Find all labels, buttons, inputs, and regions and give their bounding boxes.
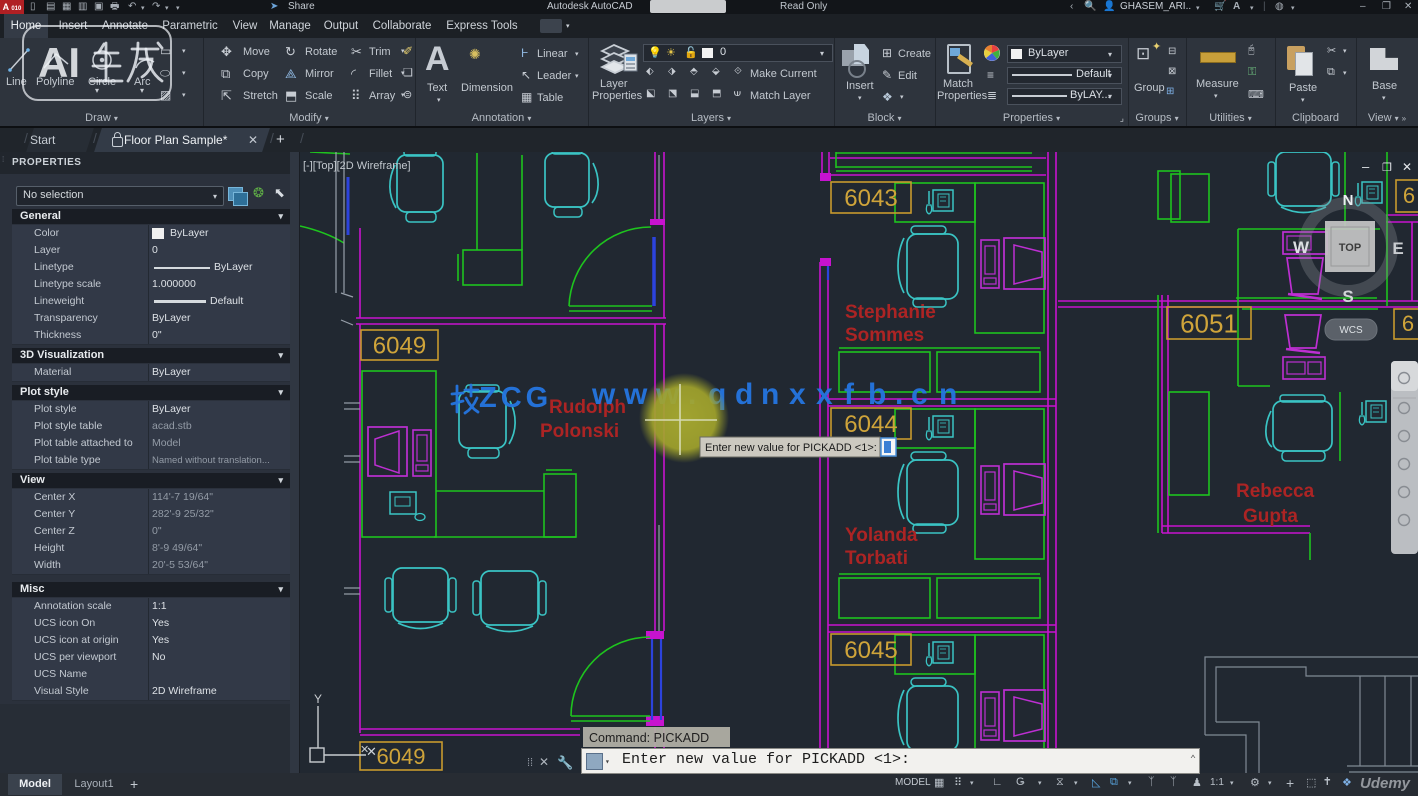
svg-text:6051: 6051 (1180, 308, 1238, 338)
svg-text:6049: 6049 (373, 333, 426, 360)
svg-text:⁞⁞: ⁞⁞ (527, 757, 533, 769)
svg-text:Yolanda: Yolanda (845, 525, 918, 546)
svg-text:Polonski: Polonski (540, 421, 619, 442)
svg-text:.: . (895, 378, 903, 411)
svg-text:Torbati: Torbati (845, 548, 908, 569)
svg-text:❐: ❐ (1382, 162, 1392, 174)
svg-text:Stephanie: Stephanie (845, 302, 936, 323)
svg-text:Command: PICKADD: Command: PICKADD (589, 731, 709, 745)
svg-text:w: w (591, 378, 616, 411)
svg-text:n: n (939, 378, 957, 411)
svg-text:S: S (1342, 287, 1353, 306)
svg-text:6: 6 (1402, 311, 1414, 336)
svg-text:✕: ✕ (539, 755, 549, 769)
svg-text:Enter new value for PICKADD <1: Enter new value for PICKADD <1>: (705, 442, 877, 454)
svg-text:d: d (735, 378, 753, 411)
svg-text:WCS: WCS (1339, 325, 1363, 336)
svg-text:Rebecca: Rebecca (1236, 481, 1315, 502)
svg-text:E: E (1392, 239, 1403, 258)
svg-text:Gupta: Gupta (1243, 506, 1298, 527)
svg-text:n: n (761, 378, 779, 411)
svg-text:6: 6 (1403, 183, 1415, 208)
svg-text:c: c (911, 378, 928, 411)
svg-text:b: b (868, 378, 886, 411)
svg-text:–: – (1362, 159, 1370, 174)
svg-text:✕: ✕ (360, 744, 369, 756)
svg-text:6045: 6045 (844, 637, 897, 664)
svg-text:🔧: 🔧 (557, 754, 573, 770)
svg-text:[-][Top][2D Wireframe]: [-][Top][2D Wireframe] (303, 160, 411, 172)
svg-text:TOP: TOP (1339, 242, 1361, 254)
svg-text:x: x (789, 378, 806, 411)
svg-text:ZCG: ZCG (479, 382, 552, 414)
svg-text:x: x (816, 378, 833, 411)
svg-text:6049: 6049 (377, 744, 426, 769)
svg-text:Sommes: Sommes (845, 325, 924, 346)
svg-text:6043: 6043 (844, 185, 897, 212)
svg-text:Y: Y (314, 692, 322, 706)
svg-text:W: W (1293, 238, 1310, 257)
svg-text:f: f (844, 378, 855, 411)
svg-text:N: N (1343, 192, 1354, 209)
svg-text:6044: 6044 (844, 411, 897, 438)
svg-text:✕: ✕ (1402, 160, 1412, 174)
